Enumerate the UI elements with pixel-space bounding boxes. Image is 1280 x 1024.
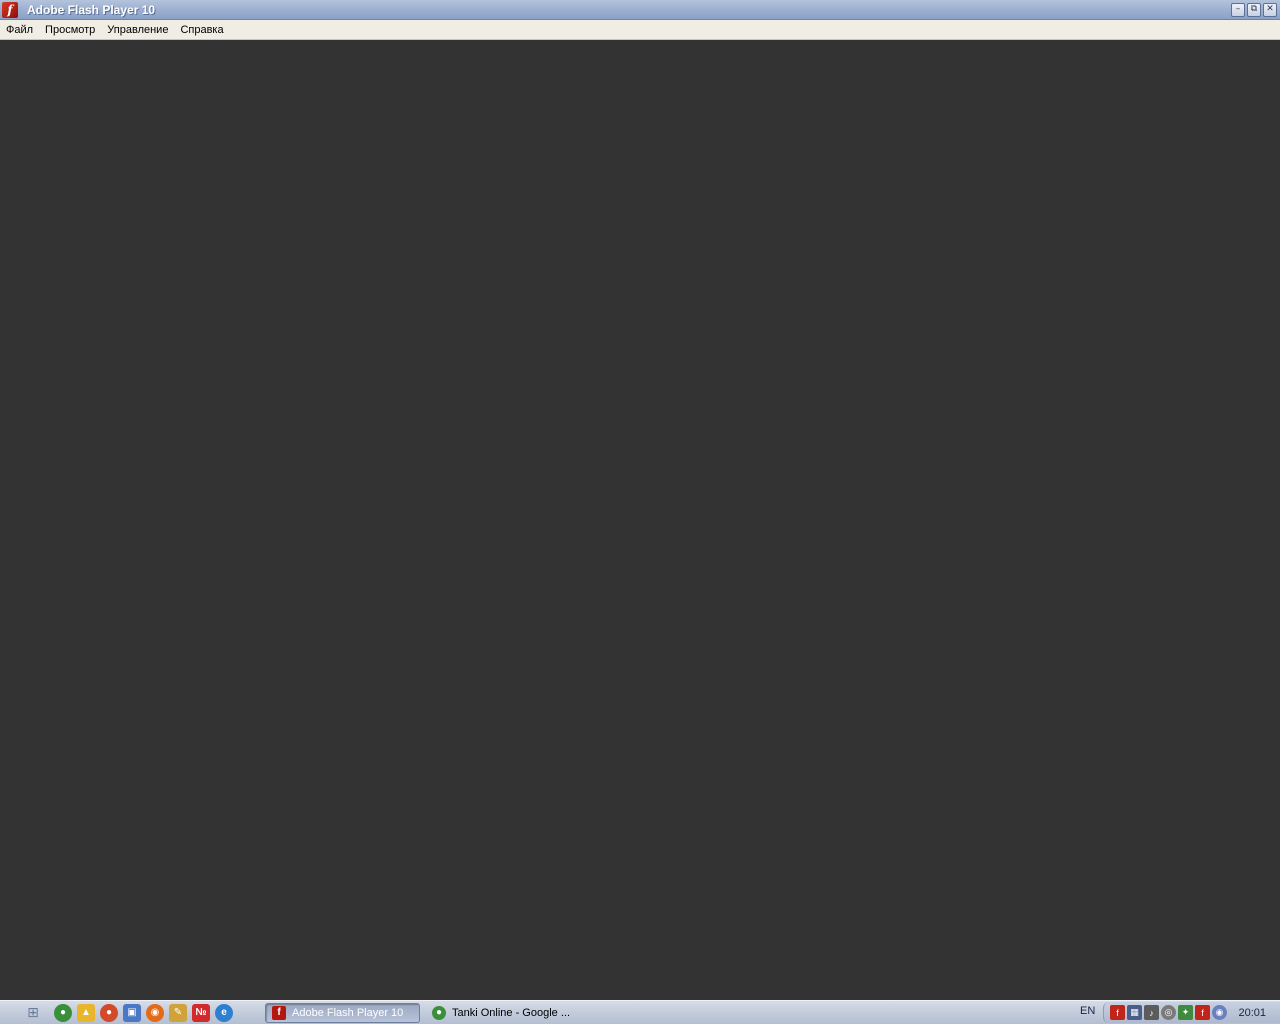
chromium-icon[interactable]: ● <box>100 1003 118 1022</box>
flash-update-icon[interactable]: f <box>1195 1005 1210 1020</box>
language-indicator[interactable]: EN <box>1080 1005 1095 1017</box>
start-button[interactable]: ⊞ <box>22 1004 44 1022</box>
windows-logo-icon: ⊞ <box>27 1004 39 1020</box>
menu-file[interactable]: Файл <box>0 20 39 40</box>
yandex-icon[interactable]: № <box>192 1003 210 1022</box>
restore-button[interactable]: ⧉ <box>1247 3 1261 17</box>
close-button[interactable]: ✕ <box>1263 3 1277 17</box>
volume-icon[interactable]: ♪ <box>1144 1005 1159 1020</box>
task-label: Tanki Online - Google ... <box>452 1006 570 1019</box>
quick-launch: ● ▲ ● ▣ ◉ ✎ № e <box>54 1003 233 1022</box>
antivirus-icon[interactable]: ✦ <box>1178 1005 1193 1020</box>
chrome-icon: ● <box>432 1005 446 1020</box>
system-tray: f ▦ ♪ ◎ ✦ f ◉ 20:01 <box>1103 1002 1280 1023</box>
task-label: Adobe Flash Player 10 <box>292 1006 404 1019</box>
menu-help[interactable]: Справка <box>174 20 229 40</box>
flash-player-icon: f <box>272 1005 286 1020</box>
task-flash-player[interactable]: f Adobe Flash Player 10 <box>265 1002 420 1023</box>
flash-content-area[interactable] <box>0 40 1280 1000</box>
taskbar: ⊞ ● ▲ ● ▣ ◉ ✎ № e f Adobe Flash Player 1… <box>0 1000 1280 1024</box>
window-controls: – ⧉ ✕ <box>1231 3 1277 17</box>
menu-control[interactable]: Управление <box>101 20 174 40</box>
window-title: Adobe Flash Player 10 <box>27 2 156 17</box>
flash-player-icon: f <box>2 1 18 18</box>
internet-explorer-icon[interactable]: e <box>215 1003 233 1022</box>
minimize-button[interactable]: – <box>1231 3 1245 17</box>
network-icon[interactable]: ▦ <box>1127 1005 1142 1020</box>
menu-view[interactable]: Просмотр <box>39 20 101 40</box>
disc-icon[interactable]: ◎ <box>1161 1005 1176 1020</box>
task-tanki-online[interactable]: ● Tanki Online - Google ... <box>426 1003 576 1023</box>
title-bar[interactable]: f Adobe Flash Player 10 – ⧉ ✕ <box>0 0 1280 20</box>
flash-tray-icon[interactable]: f <box>1110 1005 1125 1020</box>
firefox-icon[interactable]: ◉ <box>146 1003 164 1022</box>
google-drive-icon[interactable]: ▲ <box>77 1003 95 1022</box>
chrome-icon[interactable]: ● <box>54 1003 72 1022</box>
finder-icon[interactable]: ▣ <box>123 1003 141 1022</box>
menu-bar: Файл Просмотр Управление Справка <box>0 20 1280 40</box>
pencil-tool-icon[interactable]: ✎ <box>169 1003 187 1022</box>
eye-icon[interactable]: ◉ <box>1212 1005 1227 1020</box>
clock[interactable]: 20:01 <box>1238 1007 1266 1019</box>
flash-player-window: f Adobe Flash Player 10 – ⧉ ✕ Файл Просм… <box>0 0 1280 1000</box>
